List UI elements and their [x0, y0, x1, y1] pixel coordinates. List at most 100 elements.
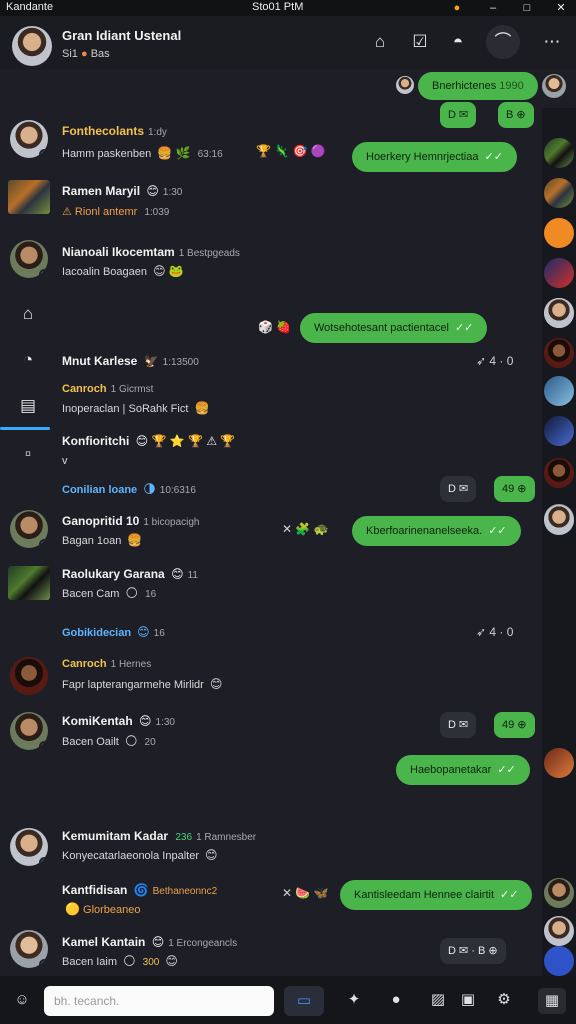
bag-icon[interactable]: ▣ — [456, 988, 480, 1012]
message-author: Ramen Maryil 😊 1:30 — [62, 184, 183, 198]
message-text: Hamm paskenben 🍔 🌿 63:16 — [62, 146, 223, 160]
gallery-icon[interactable]: ▨ — [426, 988, 450, 1012]
home-icon[interactable]: ⌂ — [368, 30, 392, 54]
avatar[interactable] — [10, 510, 48, 548]
avatar — [544, 298, 574, 328]
active-indicator — [0, 427, 50, 430]
message-input[interactable] — [44, 986, 274, 1016]
message-text: Konyecatarlaeonola Inpalter 😊 — [62, 848, 218, 862]
left-nav: ⌂ ◔ ▤ ▫ — [0, 290, 52, 470]
inbox-icon[interactable]: ▤ — [16, 394, 40, 418]
reaction-row[interactable]: ➶ 4 · 0 — [476, 625, 513, 639]
reaction-chip[interactable]: D ✉ — [440, 102, 477, 128]
message-text: Bagan 1oan 🍔 — [62, 533, 143, 547]
more-menu-icon[interactable]: ⋯ — [540, 30, 564, 54]
message-text: 🟡 Glorbeaneo — [65, 902, 141, 916]
home-icon[interactable]: ⌂ — [16, 302, 40, 326]
message-text: ⚠ Rionl antemr 1:039 — [62, 206, 170, 218]
rail-avatar[interactable] — [544, 458, 574, 488]
reaction-row[interactable]: ✕ 🧩 🐢 — [282, 522, 329, 536]
message-text: Iacoalin Boagaen 😊 🐸 — [62, 264, 184, 278]
rail-avatar[interactable] — [544, 258, 574, 288]
message-author: Nianoali Ikocemtam 1 Bestpgeads — [62, 245, 240, 259]
reaction-chip[interactable]: D ✉ — [440, 712, 477, 738]
avatar[interactable] — [10, 120, 48, 158]
rail-avatar[interactable] — [544, 338, 574, 368]
checkbox-icon[interactable]: ☑ — [408, 30, 432, 54]
message-text: Inoperaclan | SoRahk Fict 🍔 — [62, 401, 210, 415]
rail-avatar[interactable] — [544, 178, 574, 208]
outgoing-bubble[interactable]: Kantisleedam Hennee clairtit ✓✓ — [340, 880, 533, 910]
chat-title: Gran Idiant Ustenal — [62, 28, 182, 43]
outgoing-bubble[interactable]: Hoerkery Hemnrjectiaa ✓✓ — [352, 142, 517, 172]
rail-avatar[interactable] — [544, 878, 574, 908]
rail-avatar[interactable] — [544, 946, 574, 976]
message-author: Kantfidisan 🌀 Bethaneonnc2 — [62, 883, 218, 897]
reaction-row[interactable]: 🏆 🦎 🎯 🟣 — [256, 144, 326, 158]
message-author: Mnut Karlese 🦅 1:13500 — [62, 354, 199, 368]
settings-icon[interactable]: ⚙ — [492, 988, 516, 1012]
outgoing-bubble[interactable]: Kberfoarinenanelseeka. ✓✓ — [352, 516, 521, 546]
composer-bar: ☺ ▭ ✦ ● ▨ ▣ ⚙ ▦ — [0, 976, 576, 1024]
rail-avatar[interactable] — [544, 138, 574, 168]
avatar[interactable] — [10, 930, 48, 968]
avatar — [542, 74, 566, 98]
avatar — [544, 505, 574, 535]
title-bar: Kandante Sto01 PtM ● – □ ✕ — [0, 0, 576, 16]
avatar[interactable] — [10, 240, 48, 278]
message-text: Bacen Cam 🌕 16 — [62, 586, 157, 600]
reaction-chip[interactable]: B ⊕ — [498, 102, 534, 128]
rail-avatar[interactable] — [544, 416, 574, 446]
chat-subtitle: Si1 ● Bas — [62, 48, 110, 60]
reaction-row[interactable]: ✕ 🍉 🦋 — [282, 886, 329, 900]
compass-icon[interactable]: ◔ — [16, 348, 40, 372]
message-author: Konfioritchi 😊 🏆 ⭐ 🏆 ⚠ 🏆 — [62, 434, 236, 448]
app-title: Kandante — [6, 1, 54, 13]
bridge-icon[interactable]: ⌒ — [486, 25, 520, 59]
reaction-chip[interactable]: 49 ⊕ — [494, 476, 535, 502]
rail-avatar[interactable] — [544, 748, 574, 778]
message-author: Canroch 1 Hernes — [62, 658, 152, 670]
message-author: KomiKentah 😊 1:30 — [62, 714, 175, 728]
outgoing-bubble[interactable]: Wotsehotesant pactientacel ✓✓ — [300, 313, 488, 343]
game-avatar[interactable] — [8, 180, 50, 214]
message-author: Raolukary Garana 😊 11 — [62, 567, 198, 581]
close-icon[interactable]: ✕ — [550, 0, 572, 16]
outgoing-bubble[interactable]: Bnerhictenes 1990 — [418, 72, 538, 100]
message-text: Fapr lapterangarmehe Mirlidr 😊 — [62, 677, 223, 691]
screen-share-icon[interactable]: ▭ — [284, 986, 324, 1016]
minimize-icon[interactable]: – — [482, 0, 504, 16]
gamepad-icon[interactable]: ◓ — [446, 30, 470, 54]
reaction-chip[interactable]: 49 ⊕ — [494, 712, 535, 738]
reaction-chip[interactable]: D ✉ · B ⊕ — [440, 938, 506, 964]
header-avatar[interactable] — [12, 26, 52, 66]
message-author: Canroch 1 Gicrmst — [62, 383, 154, 395]
message-author: Gobikidecian 😊 16 — [62, 625, 165, 639]
avatar[interactable] — [10, 712, 48, 750]
message-author: Fonthecolants 1:dy — [62, 124, 167, 138]
avatar — [396, 76, 414, 94]
apps-icon[interactable]: ▦ — [538, 988, 566, 1014]
reaction-row[interactable]: ➶ 4 · 0 — [476, 354, 513, 368]
chat-header: Gran Idiant Ustenal Si1 ● Bas ⌂ ☑ ◓ ⌒ ⋯ — [0, 16, 576, 70]
outgoing-bubble[interactable]: Haebopanetakar ✓✓ — [396, 755, 530, 785]
reaction-row[interactable]: 🎲 🍓 — [258, 320, 291, 334]
maximize-icon[interactable]: □ — [516, 0, 538, 16]
message-text: Bacen Oailt 🌕 20 — [62, 734, 156, 748]
message-author: Kamel Kantain 😊 1 Ercongeancls — [62, 935, 238, 949]
globe-icon[interactable]: ● — [384, 988, 408, 1012]
message-author: Ganopritid 10 1 bicopacigh — [62, 514, 200, 528]
reaction-chip[interactable]: D ✉ — [440, 476, 477, 502]
rail-avatar[interactable] — [544, 376, 574, 406]
square-icon[interactable]: ▫ — [16, 442, 40, 466]
emoji-icon[interactable]: ☺ — [10, 988, 34, 1012]
shield-icon[interactable]: ✦ — [342, 988, 366, 1012]
avatar[interactable] — [10, 828, 48, 866]
coin-icon[interactable]: ● — [446, 0, 468, 16]
clock: Sto01 PtM — [252, 1, 304, 13]
message-text: Bacen Iaim 🌕 300 😊 — [62, 954, 178, 968]
game-avatar[interactable] — [8, 566, 50, 600]
avatar[interactable] — [10, 657, 48, 695]
rail-avatar[interactable] — [544, 218, 574, 248]
rail-avatar[interactable] — [544, 916, 574, 946]
